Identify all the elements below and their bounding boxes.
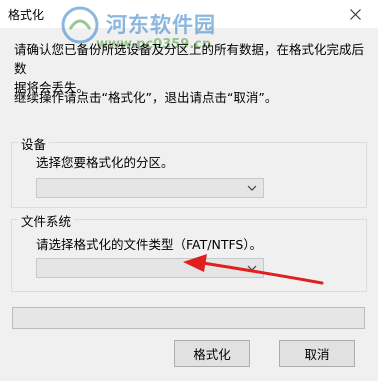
format-button[interactable]: 格式化 xyxy=(174,340,250,367)
device-group-legend: 设备 xyxy=(18,134,50,153)
instruction-text: 继续操作请点击“格式化”，退出请点击“取消”。 xyxy=(14,90,278,105)
window-title: 格式化 xyxy=(8,8,45,22)
watermark-brand: 河东软件园 xyxy=(106,13,216,37)
partition-select[interactable] xyxy=(36,178,264,198)
filesystem-prompt: 请选择格式化的文件类型（FAT/NTFS）。 xyxy=(36,237,263,252)
chevron-down-icon xyxy=(247,265,257,271)
filesystem-select[interactable] xyxy=(36,258,264,278)
device-prompt: 选择您要格式化的分区。 xyxy=(36,155,174,170)
filesystem-group: 文件系统 xyxy=(11,211,367,292)
filesystem-group-legend: 文件系统 xyxy=(18,211,75,230)
format-progress-bar xyxy=(12,307,365,329)
close-icon xyxy=(349,8,361,20)
watermark-logo xyxy=(61,6,99,44)
warning-line-1: 请确认您已备份所选设备及分区上的所有数据，在格式化完成后数 xyxy=(14,42,365,76)
close-button[interactable] xyxy=(332,0,378,28)
chevron-down-icon xyxy=(247,185,257,191)
cancel-button[interactable]: 取消 xyxy=(279,340,355,367)
